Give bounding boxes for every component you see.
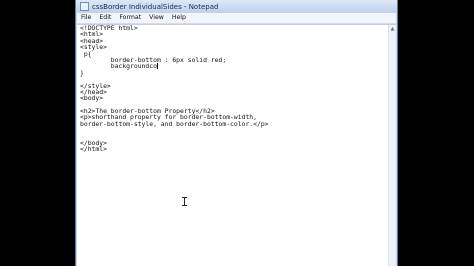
title-bar[interactable]: cssBorder IndividualSides - Notepad <box>76 0 397 13</box>
window-title: cssBorder IndividualSides - Notepad <box>92 2 219 11</box>
text-editor-area[interactable]: <!DOCTYPE html> <html> <head> <style> p{ bo… <box>77 24 396 266</box>
scroll-up-arrow-icon[interactable]: ▲ <box>389 25 396 32</box>
menu-view[interactable]: View <box>145 13 168 23</box>
notepad-window: cssBorder IndividualSides - Notepad File… <box>75 0 398 266</box>
code-text[interactable]: <!DOCTYPE html> <html> <head> <style> p{ bo… <box>80 25 269 153</box>
menu-help[interactable]: Help <box>168 13 190 23</box>
menu-bar: File Edit Format View Help <box>77 13 396 24</box>
vertical-scrollbar[interactable]: ▲ <box>388 25 396 266</box>
code-line: backgroundco <box>80 62 157 71</box>
menu-file[interactable]: File <box>77 13 95 23</box>
notepad-app-icon <box>80 2 89 11</box>
code-line: </html> <box>80 145 107 154</box>
menu-edit[interactable]: Edit <box>95 13 115 23</box>
code-line: border-bottom-style, and border-bottom-c… <box>80 119 269 128</box>
text-caret <box>156 63 158 70</box>
i-beam-cursor-icon <box>182 197 187 206</box>
menu-format[interactable]: Format <box>115 13 145 23</box>
